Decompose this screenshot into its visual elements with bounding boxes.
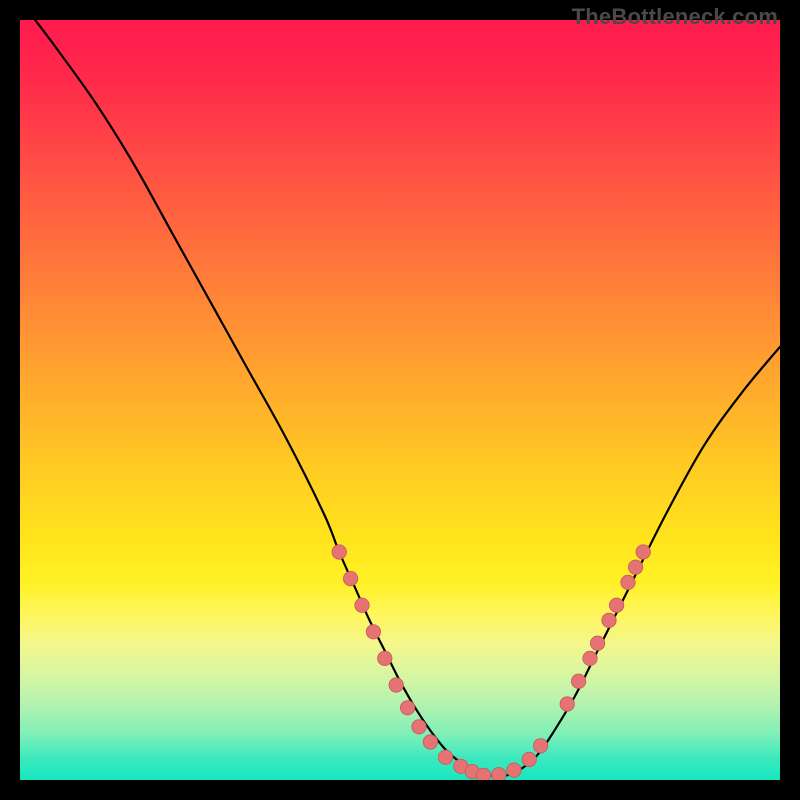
highlight-dot bbox=[492, 768, 506, 781]
highlight-dot bbox=[636, 545, 650, 559]
highlight-dot bbox=[609, 598, 623, 612]
highlight-dot bbox=[366, 625, 380, 639]
highlight-dot bbox=[400, 701, 414, 715]
highlight-dot bbox=[522, 752, 536, 766]
watermark-text: TheBottleneck.com bbox=[572, 4, 778, 30]
chart-frame: TheBottleneck.com bbox=[0, 0, 800, 800]
highlight-dot bbox=[621, 575, 635, 589]
highlight-dot bbox=[378, 651, 392, 665]
highlight-dot bbox=[389, 678, 403, 692]
highlight-dots-group bbox=[332, 545, 650, 780]
highlight-dot bbox=[571, 674, 585, 688]
highlight-dot bbox=[355, 598, 369, 612]
highlight-dot bbox=[533, 739, 547, 753]
highlight-dot bbox=[602, 613, 616, 627]
highlight-dot bbox=[560, 697, 574, 711]
bottleneck-curve-svg bbox=[20, 20, 780, 780]
plot-area bbox=[20, 20, 780, 780]
highlight-dot bbox=[583, 651, 597, 665]
bottleneck-curve-path bbox=[35, 20, 780, 776]
highlight-dot bbox=[438, 750, 452, 764]
highlight-dot bbox=[343, 571, 357, 585]
highlight-dot bbox=[412, 720, 426, 734]
highlight-dot bbox=[332, 545, 346, 559]
highlight-dot bbox=[423, 735, 437, 749]
highlight-dot bbox=[628, 560, 642, 574]
highlight-dot bbox=[476, 768, 490, 780]
highlight-dot bbox=[507, 763, 521, 777]
highlight-dot bbox=[590, 636, 604, 650]
